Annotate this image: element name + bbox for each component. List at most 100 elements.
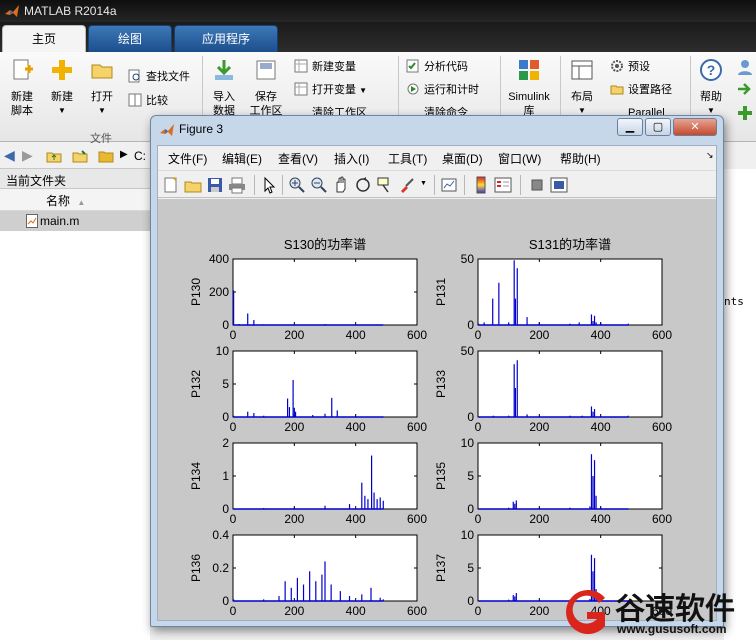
plot-7-xtick-label: 600 [407, 604, 427, 618]
plot-2-xtick-label: 200 [529, 328, 549, 342]
figure-window[interactable]: Figure 3 ▁ ▢ ✕ 文件(F) 编辑(E) 查看(V) 插入(I) 工… [150, 115, 724, 627]
colorbar-icon[interactable] [472, 176, 490, 194]
zoom-in-icon[interactable] [288, 176, 306, 194]
chevron-down-icon: ▼ [98, 106, 106, 115]
run-and-time-button[interactable]: 运行和计时 [406, 81, 479, 99]
set-path-button[interactable]: 设置路径 [610, 81, 672, 99]
plot-2-title: S131的功率谱 [529, 237, 611, 252]
plot-5-ytick-label: 1 [222, 469, 229, 483]
layout-label: 布局 [571, 91, 593, 103]
browse-folder-icon[interactable] [72, 148, 88, 164]
plot-5-xtick-label: 200 [284, 512, 304, 526]
plot-7-xtick-label: 200 [284, 604, 304, 618]
link-plot-icon[interactable] [440, 176, 458, 194]
save-workspace-icon [256, 60, 276, 80]
save-workspace-button[interactable]: 保存 工作区 [246, 58, 286, 118]
open-variable-button[interactable]: 打开变量 ▼ [294, 81, 367, 99]
command-window-text: nts [724, 295, 744, 308]
layout-icon [571, 60, 593, 80]
file-row[interactable]: main.m [0, 211, 150, 231]
data-cursor-icon[interactable] [376, 176, 394, 194]
tab-apps[interactable]: 应用程序 [174, 25, 278, 52]
file-name: main.m [40, 214, 80, 228]
figure-menu-bar: 文件(F) 编辑(E) 查看(V) 插入(I) 工具(T) 桌面(D) 窗口(W… [158, 146, 716, 170]
plot-6-ytick-label: 10 [461, 436, 475, 450]
plot-1-xtick-label: 200 [284, 328, 304, 342]
menu-edit[interactable]: 编辑(E) [222, 150, 262, 167]
current-folder-title: 当前文件夹 [0, 169, 150, 189]
layout-button[interactable]: 布局 ▼ [564, 58, 600, 118]
analyze-code-button[interactable]: 分析代码 [406, 58, 468, 76]
new-variable-button[interactable]: 新建变量 [294, 58, 356, 76]
legend-icon[interactable] [494, 176, 512, 194]
plot-6-xtick-label: 600 [652, 512, 672, 526]
menu-tools[interactable]: 工具(T) [388, 150, 427, 167]
hide-plot-tools-icon[interactable] [528, 176, 546, 194]
figure-canvas[interactable]: 0 200 400 600 0 200 400 P130 S130的功率谱 0 200 400 600 0… [158, 199, 716, 620]
open-button[interactable]: 打开 ▼ [84, 58, 120, 118]
plot-6-ytick-label: 5 [467, 469, 474, 483]
import-data-button[interactable]: 导入 数据 [206, 58, 242, 118]
figure-title-bar[interactable]: Figure 3 ▁ ▢ ✕ [151, 116, 723, 143]
menu-desktop[interactable]: 桌面(D) [442, 150, 483, 167]
up-folder-icon[interactable] [46, 148, 62, 164]
import-label: 导入 数据 [213, 91, 235, 117]
minimize-button[interactable]: ▁ [617, 118, 643, 136]
plot-4-ytick-label: 0 [467, 410, 474, 424]
run-and-time-icon [407, 83, 419, 95]
menu-file[interactable]: 文件(F) [168, 150, 207, 167]
new-script-button[interactable]: 新建 脚本 [4, 58, 40, 118]
print-icon[interactable] [228, 176, 246, 194]
help-button[interactable]: ? 帮助 ▼ [694, 58, 728, 118]
find-files-icon [128, 69, 140, 83]
help-icon: ? [700, 59, 722, 81]
import-arrow-icon [215, 60, 233, 80]
menu-help[interactable]: 帮助(H) [560, 150, 601, 167]
pan-hand-icon[interactable] [332, 176, 350, 194]
open-file-icon[interactable] [184, 176, 202, 194]
plot-6-ytick-label: 0 [467, 502, 474, 516]
plot-6-ylabel: P135 [434, 462, 448, 490]
close-button[interactable]: ✕ [673, 118, 717, 136]
plot-5-ytick-label: 2 [222, 436, 229, 450]
back-icon[interactable]: ◀ [4, 147, 15, 164]
new-button[interactable]: 新建 ▼ [44, 58, 80, 118]
preferences-button[interactable]: 预设 [610, 58, 650, 76]
subplot-grid: 0 200 400 6000200400P130S130的功率谱0 200 400 6000… [189, 237, 672, 618]
zoom-out-icon[interactable] [310, 176, 328, 194]
show-plot-tools-icon[interactable] [550, 176, 568, 194]
compare-button[interactable]: 比较 [128, 92, 168, 110]
simulink-button[interactable]: Simulink 库 [504, 58, 554, 118]
plot-3-axes [232, 350, 418, 418]
plot-7-xtick-label: 400 [346, 604, 366, 618]
tab-plots[interactable]: 绘图 [88, 25, 172, 52]
plot-7-xtick-label: 0 [230, 604, 237, 618]
menu-window[interactable]: 窗口(W) [498, 150, 541, 167]
save-icon[interactable] [206, 176, 224, 194]
forward-icon[interactable]: ▶ [22, 147, 33, 164]
find-files-button[interactable]: 查找文件 [128, 68, 190, 86]
add-ons-icon[interactable] [736, 104, 754, 122]
open-label: 打开 [91, 91, 113, 103]
plot-7-ytick-label: 0.4 [212, 528, 229, 542]
dock-arrow-icon[interactable]: ↘ [706, 150, 714, 161]
tab-home[interactable]: 主页 [2, 25, 86, 52]
brush-icon[interactable] [398, 176, 416, 194]
pointer-icon[interactable] [260, 176, 278, 194]
figure-client-area: 文件(F) 编辑(E) 查看(V) 插入(I) 工具(T) 桌面(D) 窗口(W… [157, 145, 717, 621]
maximize-button[interactable]: ▢ [645, 118, 671, 136]
request-support-icon[interactable] [736, 80, 754, 98]
current-path[interactable]: C: [134, 149, 146, 163]
rotate-3d-icon[interactable] [354, 176, 372, 194]
plot-5-ylabel: P134 [189, 462, 203, 490]
menu-insert[interactable]: 插入(I) [334, 150, 369, 167]
chevron-down-icon[interactable]: ▼ [420, 180, 427, 187]
new-figure-icon[interactable] [162, 176, 180, 194]
plot-1-ylabel: P130 [189, 278, 203, 306]
name-column-header[interactable]: 名称 ▲ [0, 189, 150, 211]
community-icon[interactable] [736, 58, 754, 76]
menu-view[interactable]: 查看(V) [278, 150, 318, 167]
new-variable-icon [294, 59, 308, 73]
analyze-code-icon [406, 59, 419, 73]
set-path-icon [610, 85, 624, 95]
